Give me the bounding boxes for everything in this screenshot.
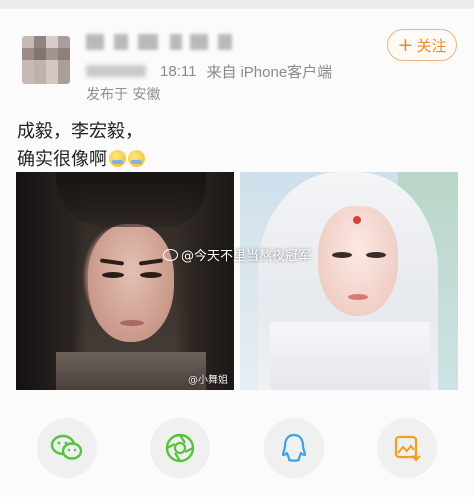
- post-time: 18:11: [160, 62, 197, 80]
- sweat-smile-emoji-icon: [109, 150, 126, 167]
- top-divider: [0, 0, 474, 9]
- weibo-watermark: @今天不里当熬夜冠军: [163, 245, 311, 264]
- wechat-icon: [50, 434, 83, 460]
- save-image-icon: [394, 435, 421, 462]
- meta-blurred: [86, 65, 146, 77]
- post-meta: 18:11 来自 iPhone客户端: [86, 60, 332, 82]
- follow-label: 关注: [416, 36, 447, 55]
- avatar[interactable]: [22, 36, 70, 84]
- source-prefix: 来自: [206, 63, 237, 81]
- post-image-left[interactable]: @小舞姐: [16, 172, 234, 390]
- plus-icon: +: [397, 33, 414, 56]
- image-watermark: @小舞姐: [188, 375, 228, 386]
- moments-icon: [165, 433, 195, 463]
- share-qq-button[interactable]: [264, 418, 324, 478]
- share-wechat-button[interactable]: [37, 418, 97, 478]
- weibo-watermark-text: @今天不里当熬夜冠军: [181, 249, 312, 264]
- post-text-line-2-text: 确实很像啊: [17, 149, 107, 170]
- share-bar: [0, 412, 474, 482]
- source-device[interactable]: iPhone客户端: [240, 61, 332, 82]
- post-text: 成毅，李宏毅， 确实很像啊: [17, 118, 457, 174]
- weibo-post-card: 18:11 来自 iPhone客户端 发布于 安徽 + 关注 成毅，李宏毅， 确…: [0, 0, 474, 497]
- post-location: 发布于 安徽: [86, 87, 161, 103]
- post-image-right[interactable]: [240, 172, 458, 390]
- follow-button[interactable]: + 关注: [387, 29, 457, 61]
- qq-icon: [281, 433, 307, 462]
- share-moments-button[interactable]: [150, 418, 210, 478]
- weibo-logo-icon: [163, 249, 178, 261]
- username-blurred[interactable]: [86, 30, 236, 54]
- save-image-button[interactable]: [377, 418, 437, 478]
- post-text-line: 成毅，李宏毅，: [17, 121, 143, 142]
- sweat-smile-emoji-icon: [128, 150, 145, 167]
- post-text-line-2: 确实很像啊: [17, 146, 457, 174]
